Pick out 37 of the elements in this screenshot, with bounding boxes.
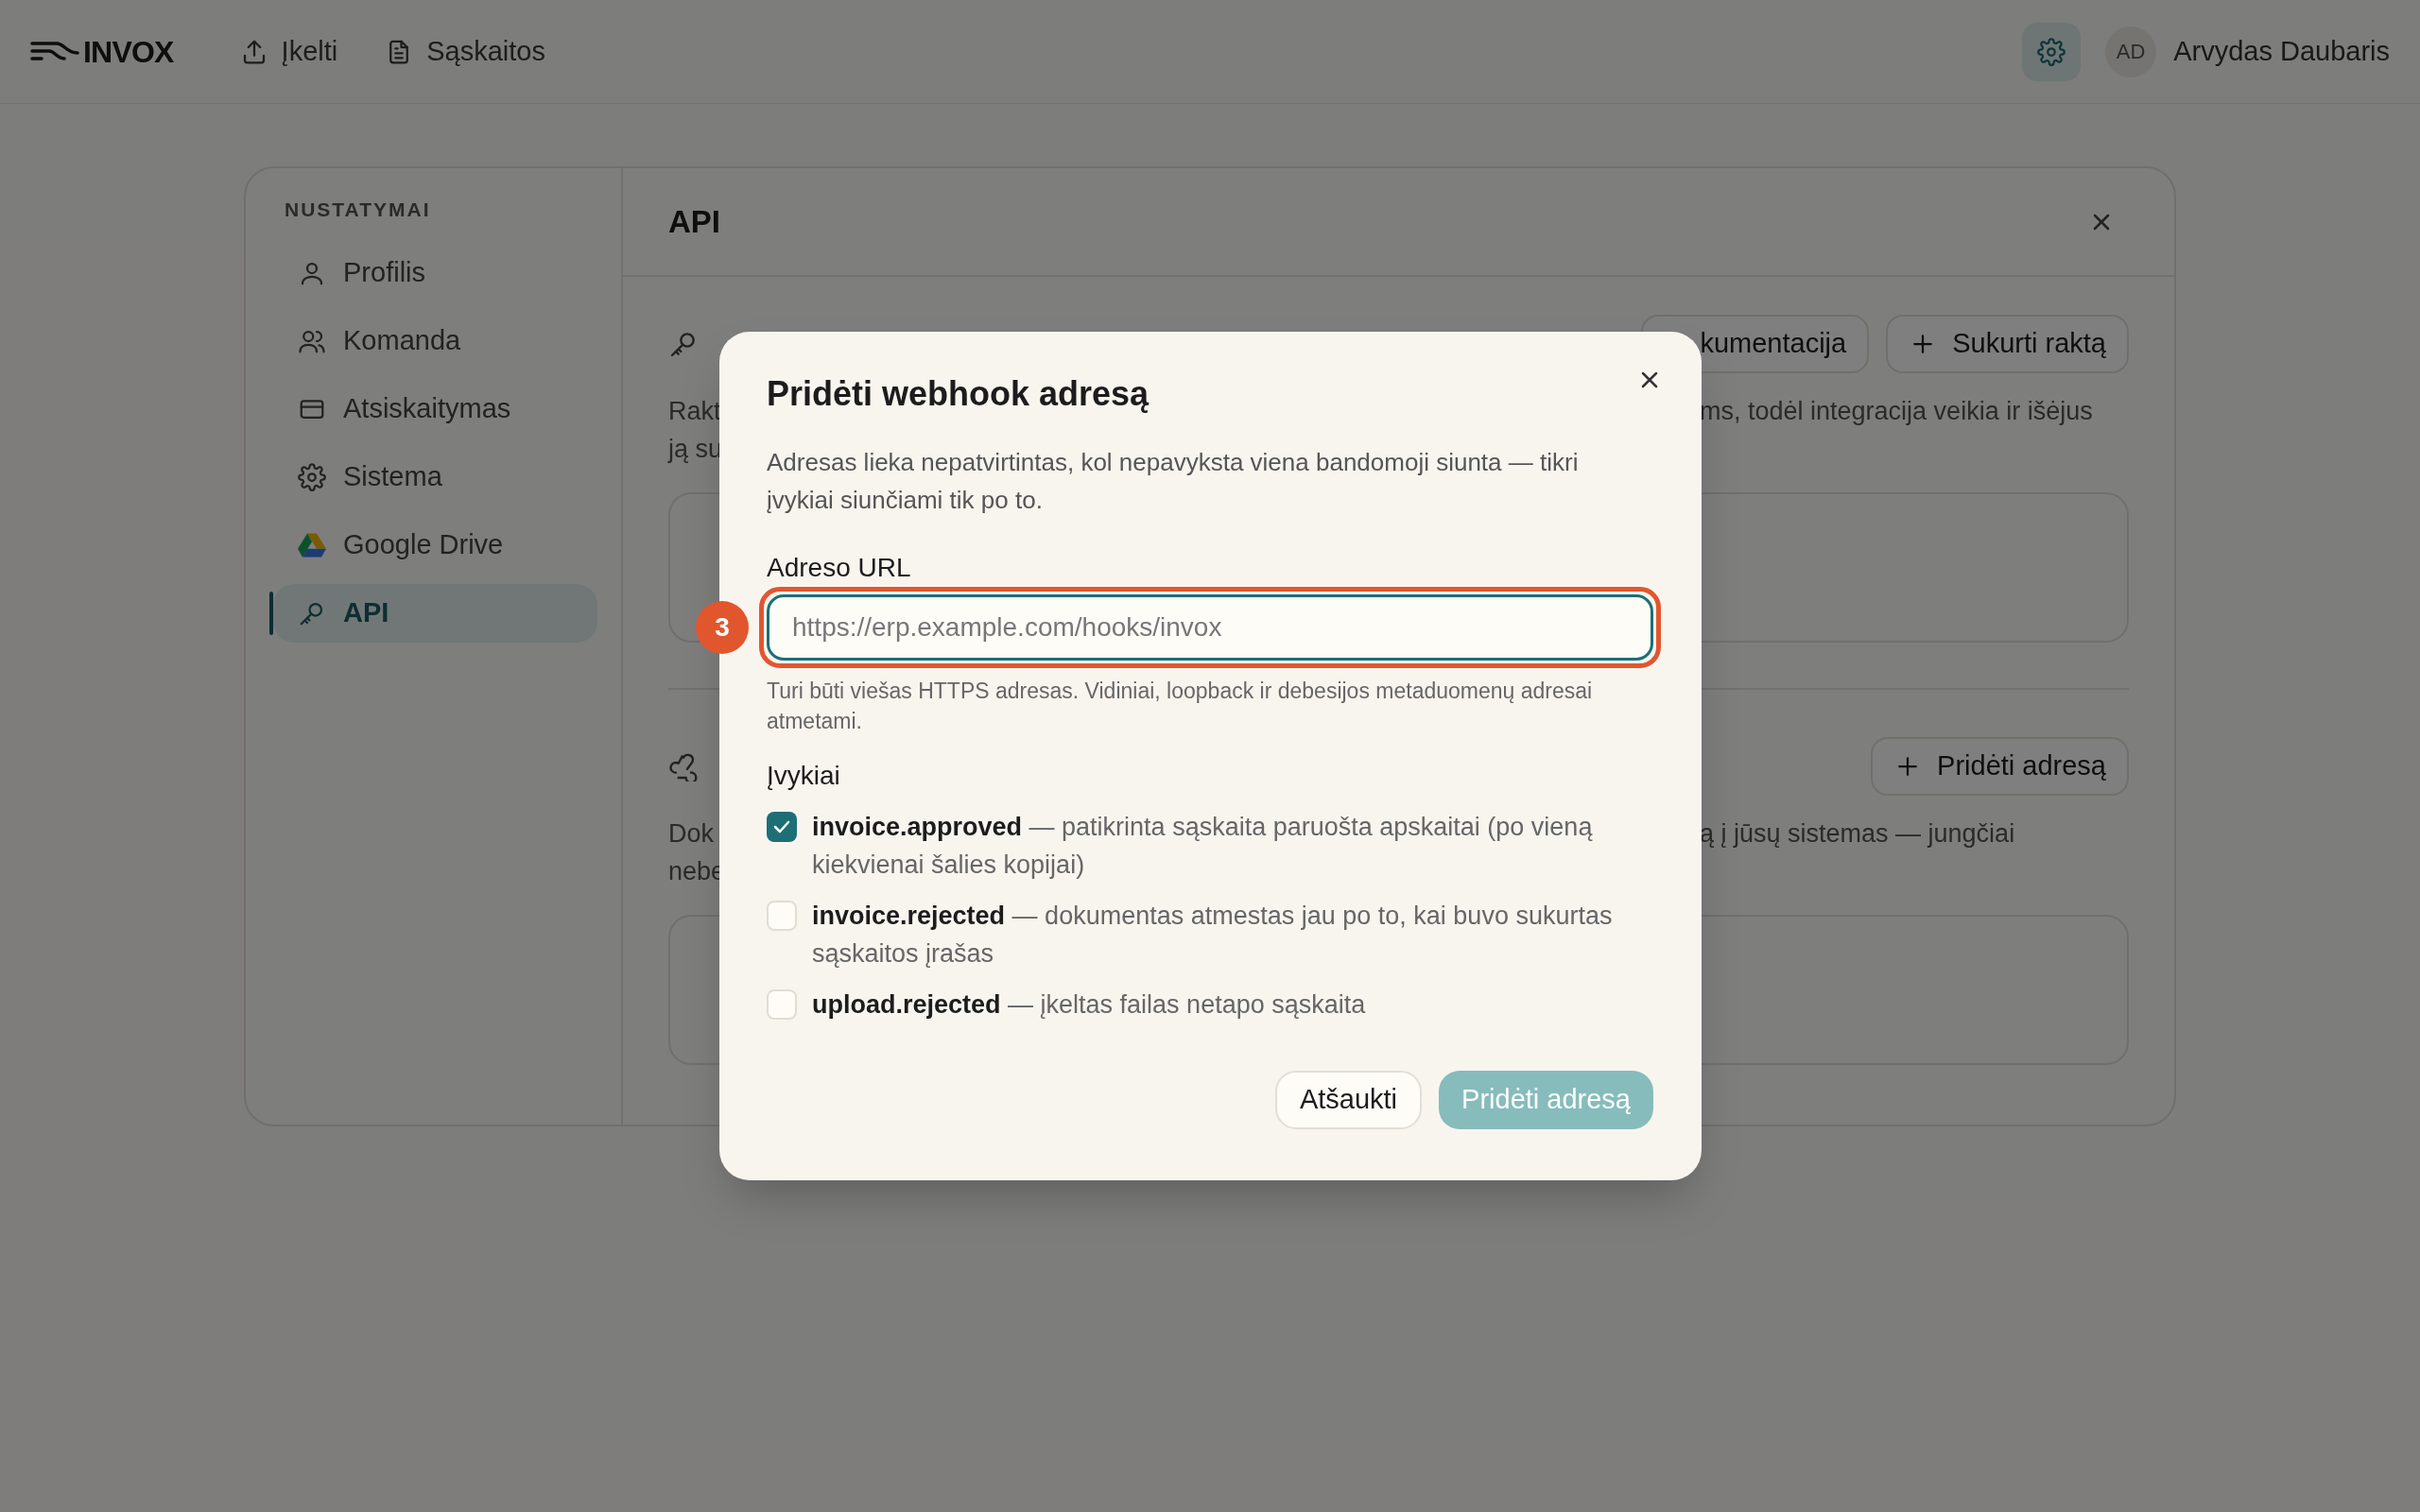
description-text: ms, todėl integracija veikia ir išėjus bbox=[1700, 396, 2094, 427]
toolbar-button[interactable]: Pridėti adresą bbox=[1871, 737, 2129, 796]
toolbar-button[interactable]: Sukurti raktą bbox=[1886, 315, 2129, 373]
events-label: Įvykiai bbox=[767, 760, 841, 792]
submit-button[interactable]: Pridėti adresą bbox=[1439, 1071, 1653, 1129]
cancel-button[interactable]: Atšaukti bbox=[1274, 1071, 1423, 1129]
settings-button[interactable] bbox=[2022, 22, 2082, 81]
sidebar-heading: NUSTATYMAI bbox=[284, 198, 432, 222]
sidebar-item[interactable]: Sistema bbox=[273, 447, 597, 507]
checkbox[interactable] bbox=[767, 901, 797, 931]
event-description: invoice.rejected — dokumentas atmestas jau po to, kai buvo sukurtas sąskaitos įrašas bbox=[812, 901, 1614, 970]
field-hint: Turi būti viešas HTTPS adresas. Vidiniai, loopback ir debesijos metaduomenų adresai atmetami. bbox=[767, 678, 1594, 735]
logo: INVOX bbox=[83, 33, 174, 71]
user-name: Arvydas Daubaris bbox=[2173, 34, 2390, 68]
event-description: upload.rejected — įkeltas failas netapo sąskaita bbox=[812, 989, 1366, 1021]
sidebar-item[interactable]: Atsiskaitymas bbox=[273, 379, 597, 438]
settings-icon bbox=[2037, 37, 2066, 66]
nav-link[interactable]: Sąskaitos bbox=[385, 30, 545, 73]
description-text: Dok bbox=[668, 818, 715, 850]
description-text: ą į jūsų sistemas — jungčiai bbox=[1700, 818, 2016, 850]
sidebar-item[interactable]: API bbox=[273, 583, 597, 643]
sidebar-item[interactable]: Profilis bbox=[273, 243, 597, 302]
dialog-description: Adresas lieka nepatvirtintas, kol nepavyksta viena bandomoji siunta — tikri įvykiai siunčiami tik po to. bbox=[767, 447, 1580, 516]
panel-title: API bbox=[668, 202, 720, 241]
field-label: Adreso URL bbox=[767, 552, 912, 584]
sidebar-item[interactable]: Google Drive bbox=[273, 515, 597, 575]
user-avatar[interactable]: AD bbox=[2105, 26, 2157, 77]
step-badge: 3 bbox=[696, 601, 749, 654]
event-description: invoice.approved — patikrinta sąskaita paruošta apskaitai (po vieną kiekvienai šalies kopijai) bbox=[812, 812, 1594, 881]
settings-icon bbox=[298, 462, 326, 491]
checkbox[interactable] bbox=[767, 812, 797, 842]
description-text: Rakt bbox=[668, 396, 722, 427]
sidebar-item[interactable]: Komanda bbox=[273, 311, 597, 370]
nav-link[interactable]: Įkelti bbox=[239, 30, 338, 73]
dialog-title: Pridėti webhook adresą bbox=[767, 373, 1150, 415]
url-input[interactable]: https://erp.example.com/hooks/invox bbox=[767, 594, 1653, 661]
checkbox[interactable] bbox=[767, 989, 797, 1020]
